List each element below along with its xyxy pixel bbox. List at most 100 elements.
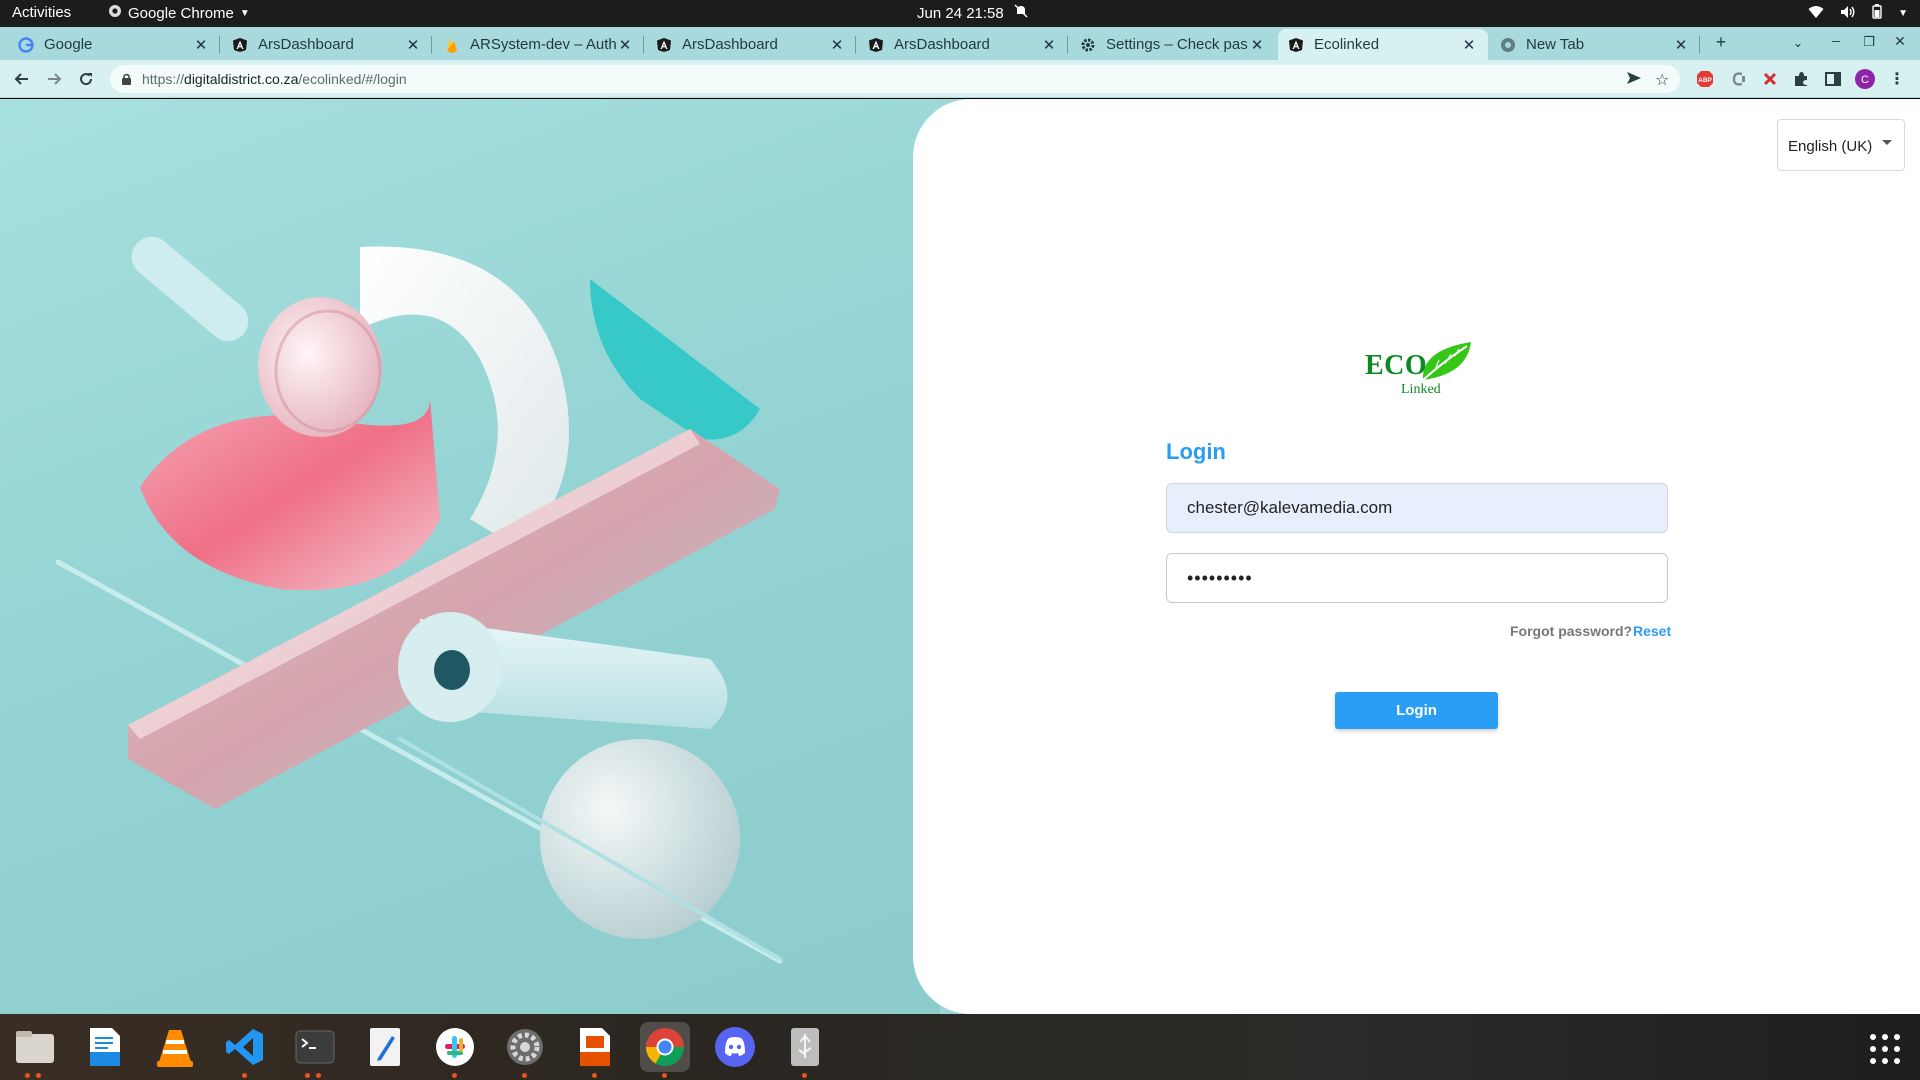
tab-title: Ecolinked: [1314, 36, 1380, 53]
email-field[interactable]: chester@kalevamedia.com: [1166, 483, 1668, 533]
files-icon: [16, 1031, 54, 1063]
angular-icon: [1288, 37, 1304, 53]
adblock-icon[interactable]: ABP: [1695, 69, 1715, 89]
running-indicator: [316, 1073, 321, 1078]
send-icon[interactable]: [1626, 70, 1642, 91]
notifications-off-icon: [1014, 4, 1028, 22]
discord-icon: [715, 1027, 755, 1067]
dock-terminal[interactable]: [290, 1022, 340, 1078]
extensions-puzzle-icon[interactable]: [1791, 69, 1811, 89]
password-field[interactable]: •••••••••: [1166, 553, 1668, 603]
tab-title: ArsDashboard: [682, 36, 778, 53]
dock-files[interactable]: [10, 1022, 60, 1078]
dock-text-editor[interactable]: [360, 1022, 410, 1072]
tab-search-icon[interactable]: ⌄: [1786, 35, 1810, 51]
chrome-icon: [108, 4, 122, 22]
close-icon[interactable]: ✕: [192, 36, 210, 54]
chrome-icon: [645, 1028, 685, 1067]
dock-discord[interactable]: [710, 1022, 760, 1072]
profile-avatar[interactable]: C: [1855, 69, 1875, 89]
tab-ecolinked[interactable]: Ecolinked ✕: [1278, 29, 1488, 60]
reload-icon[interactable]: [75, 68, 97, 90]
angular-icon: [656, 37, 672, 53]
address-bar[interactable]: https://digitaldistrict.co.za/ecolinked/…: [110, 65, 1680, 93]
close-icon[interactable]: ✕: [828, 36, 846, 54]
close-icon[interactable]: ✕: [1040, 36, 1058, 54]
running-indicator: [36, 1073, 41, 1078]
clock-label: Jun 24 21:58: [917, 4, 1004, 22]
tab-arsdashboard-3[interactable]: ArsDashboard ✕: [858, 29, 1068, 60]
kebab-menu-icon[interactable]: ⋮: [1887, 69, 1907, 89]
close-icon[interactable]: ✕: [1248, 36, 1266, 54]
url-path: /ecolinked/#/login: [298, 71, 407, 87]
profile-initial: C: [1861, 74, 1869, 86]
minimize-icon[interactable]: ‒: [1824, 32, 1848, 48]
close-icon[interactable]: ✕: [1672, 36, 1690, 54]
url-prefix: https://: [142, 71, 185, 87]
dock-slack[interactable]: [430, 1022, 480, 1078]
tab-arsdashboard-1[interactable]: ArsDashboard ✕: [222, 29, 432, 60]
close-icon[interactable]: ✕: [1460, 36, 1478, 54]
wifi-icon: [1808, 5, 1824, 23]
chevron-down-icon: [1882, 140, 1892, 145]
new-tab-icon[interactable]: +: [1709, 32, 1733, 53]
running-indicator: [802, 1073, 807, 1078]
dock-writer[interactable]: [80, 1022, 130, 1072]
system-status-area[interactable]: ▼: [1808, 4, 1908, 23]
language-select-value: English (UK): [1788, 138, 1873, 155]
forward-icon[interactable]: [43, 68, 65, 90]
extension-x-icon[interactable]: [1760, 69, 1780, 89]
tab-settings[interactable]: Settings – Check pass ✕: [1070, 29, 1276, 60]
back-icon[interactable]: [11, 68, 33, 90]
dock-impress[interactable]: [570, 1022, 620, 1078]
restore-icon[interactable]: ❐: [1857, 34, 1881, 50]
lock-icon: [122, 72, 131, 85]
logo-tagline: Linked: [1401, 382, 1441, 397]
running-indicator: [452, 1073, 457, 1078]
terminal-icon: [295, 1030, 335, 1064]
running-indicator: [522, 1073, 527, 1078]
dock-settings[interactable]: [500, 1022, 550, 1078]
app-menu-label: Google Chrome: [128, 4, 234, 22]
dock-vlc[interactable]: [150, 1022, 200, 1072]
language-select[interactable]: English (UK): [1777, 119, 1905, 171]
show-applications-icon[interactable]: [1870, 1034, 1900, 1064]
activities-button[interactable]: Activities: [12, 4, 71, 21]
side-panel-icon[interactable]: [1823, 69, 1843, 89]
app-menu[interactable]: Google Chrome ▼: [108, 4, 250, 22]
tab-arsdashboard-2[interactable]: ArsDashboard ✕: [646, 29, 856, 60]
tab-title: New Tab: [1526, 36, 1585, 53]
angular-icon: [232, 37, 248, 53]
dock: [0, 1014, 1920, 1080]
url-host: digitaldistrict.co.za: [184, 71, 299, 87]
login-button[interactable]: Login: [1335, 692, 1498, 729]
usb-creator-icon: [791, 1028, 819, 1066]
bookmark-star-icon[interactable]: ☆: [1655, 70, 1669, 90]
running-indicator: [662, 1073, 667, 1078]
text-editor-icon: [370, 1028, 400, 1066]
ecolinked-logo: ECO Linked: [1363, 340, 1475, 400]
tab-title: ARSystem-dev – Auth: [470, 36, 616, 53]
close-icon[interactable]: ✕: [616, 36, 634, 54]
running-indicator: [305, 1073, 310, 1078]
chrome-icon: [1500, 37, 1516, 53]
chevron-down-icon: ▼: [239, 7, 250, 19]
close-icon[interactable]: ✕: [404, 36, 422, 54]
tab-arsystem-dev[interactable]: ARSystem-dev – Auth ✕: [434, 29, 644, 60]
tab-title: Settings – Check pass: [1106, 36, 1248, 53]
reset-link[interactable]: Reset: [1633, 623, 1671, 639]
clock[interactable]: Jun 24 21:58: [917, 4, 1028, 22]
dock-vscode[interactable]: [220, 1022, 270, 1078]
running-indicator: [242, 1073, 247, 1078]
dock-usb-creator[interactable]: [780, 1022, 830, 1078]
tab-google[interactable]: Google ✕: [8, 29, 220, 60]
extension-c-icon[interactable]: [1729, 69, 1749, 89]
gear-icon: [1080, 37, 1096, 53]
window-close-icon[interactable]: ✕: [1888, 33, 1912, 50]
volume-icon: [1840, 5, 1856, 23]
power-menu-icon: ▼: [1898, 8, 1908, 19]
forgot-password-label: Forgot password?: [1510, 623, 1633, 639]
tab-new-tab[interactable]: New Tab ✕: [1490, 29, 1700, 60]
running-indicator: [25, 1073, 30, 1078]
dock-chrome[interactable]: [640, 1022, 690, 1078]
